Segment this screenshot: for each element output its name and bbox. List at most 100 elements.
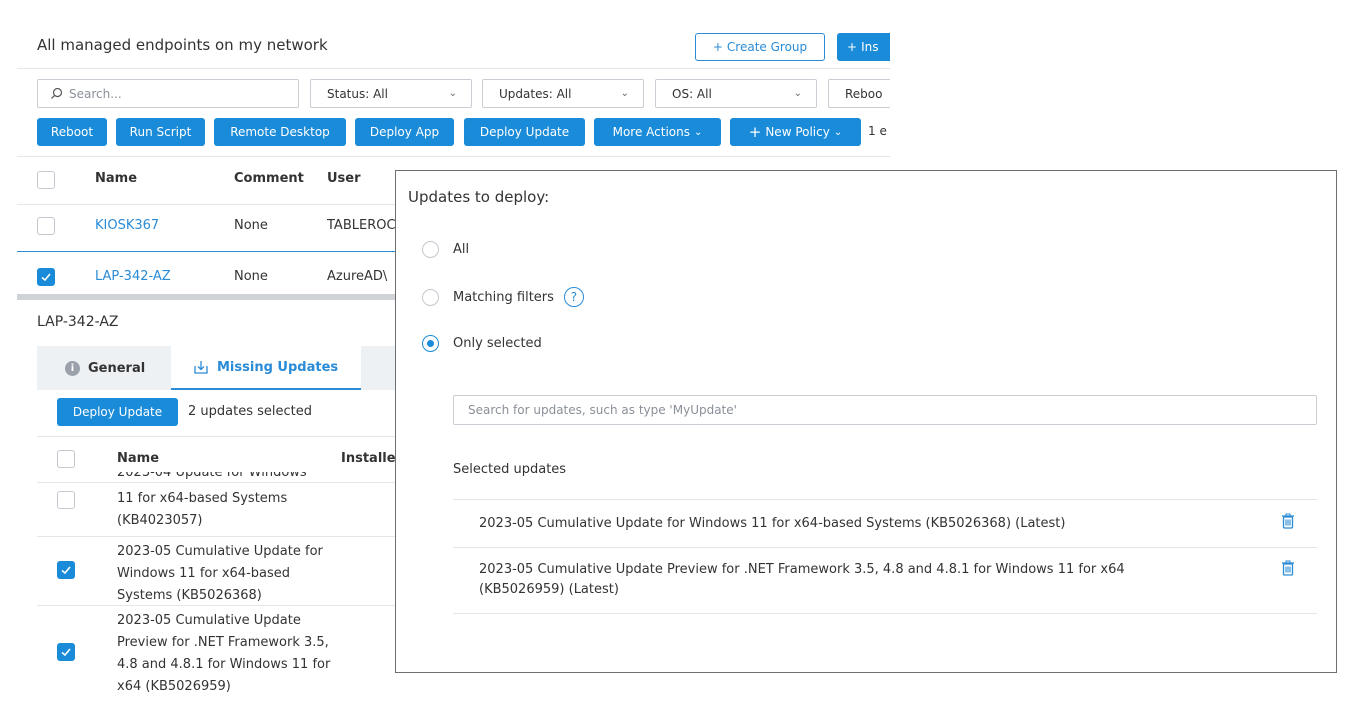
os-filter-label: OS: All: [672, 86, 712, 101]
check-icon: [41, 273, 51, 282]
updates-filter[interactable]: Updates: All ⌄: [482, 79, 644, 108]
plus-icon: +: [748, 123, 762, 141]
selection-count: 1 e: [868, 124, 887, 138]
divider: [17, 156, 890, 157]
more-actions-label: More Actions: [612, 125, 690, 139]
page-title: All managed endpoints on my network: [37, 36, 328, 54]
trash-icon[interactable]: [1281, 560, 1295, 576]
selected-update-item-line2: (KB5026959) (Latest): [479, 582, 619, 597]
endpoint-comment: None: [234, 269, 268, 284]
update-name-cut-text: 2023-04 Update for Windows: [117, 472, 307, 480]
update-row-checkbox-checked[interactable]: [57, 561, 75, 579]
option-matching-label: Matching filters: [453, 289, 554, 305]
check-icon: [61, 648, 71, 657]
dialog-title: Updates to deploy:: [408, 188, 550, 206]
chevron-down-icon: ⌄: [620, 88, 629, 99]
endpoint-comment: None: [234, 218, 268, 233]
divider: [453, 499, 1317, 500]
update-name-cut: 2023-04 Update for Windows: [117, 472, 337, 486]
divider: [37, 536, 397, 537]
reboot-button[interactable]: Reboot: [37, 118, 107, 146]
selected-update-item: 2023-05 Cumulative Update for Windows 11…: [479, 516, 1066, 531]
column-header-user[interactable]: User: [327, 171, 361, 186]
endpoint-name-link[interactable]: KIOSK367: [95, 218, 159, 233]
option-only-selected[interactable]: Only selected: [422, 335, 542, 352]
more-actions-button[interactable]: More Actions ⌄: [594, 118, 721, 146]
update-row-checkbox[interactable]: [57, 491, 75, 509]
tab-general-label: General: [88, 360, 146, 376]
horizontal-scrollbar[interactable]: [17, 294, 397, 300]
update-search-placeholder: Search for updates, such as type 'MyUpda…: [468, 403, 737, 417]
plus-icon: +: [712, 40, 723, 54]
run-script-button[interactable]: Run Script: [116, 118, 205, 146]
deploy-app-button[interactable]: Deploy App: [355, 118, 454, 146]
status-filter[interactable]: Status: All ⌄: [310, 79, 472, 108]
chevron-down-icon: ⌄: [694, 126, 703, 138]
install-button[interactable]: + Ins: [837, 33, 890, 61]
select-all-updates-checkbox[interactable]: [57, 450, 75, 468]
option-matching-filters[interactable]: Matching filters ?: [422, 287, 584, 307]
divider: [453, 547, 1317, 548]
os-filter[interactable]: OS: All ⌄: [655, 79, 817, 108]
divider: [453, 613, 1317, 614]
download-tray-icon: [194, 361, 208, 374]
update-name: 2023-05 Cumulative Update for Windows 11…: [117, 544, 323, 603]
tab-missing-updates-label: Missing Updates: [217, 359, 339, 375]
column-header-name[interactable]: Name: [95, 171, 137, 186]
info-icon: i: [65, 360, 80, 376]
chevron-down-icon: ⌄: [833, 126, 843, 138]
tab-missing-updates[interactable]: Missing Updates: [171, 346, 361, 390]
new-policy-label: New Policy: [765, 125, 830, 139]
search-icon: [51, 87, 63, 99]
updates-filter-label: Updates: All: [499, 86, 572, 101]
updates-to-deploy-dialog: Updates to deploy: All Matching filters …: [395, 170, 1337, 673]
row-checkbox[interactable]: [37, 217, 55, 235]
selected-update-item-line1: 2023-05 Cumulative Update Preview for .N…: [479, 562, 1125, 577]
divider: [17, 68, 890, 69]
new-policy-button[interactable]: + New Policy ⌄: [730, 118, 861, 146]
select-all-checkbox[interactable]: [37, 171, 55, 189]
row-checkbox-checked[interactable]: [37, 268, 55, 286]
endpoint-user: TABLEROC: [327, 218, 396, 233]
help-icon[interactable]: ?: [563, 287, 584, 307]
divider: [17, 204, 397, 205]
device-title: LAP-342-AZ: [37, 314, 119, 330]
deploy-update-button[interactable]: Deploy Update: [57, 398, 178, 426]
update-search-input[interactable]: Search for updates, such as type 'MyUpda…: [453, 395, 1317, 425]
deploy-update-button[interactable]: Deploy Update: [464, 118, 585, 146]
option-all[interactable]: All: [422, 241, 469, 258]
create-group-button[interactable]: + Create Group: [695, 33, 825, 61]
option-all-label: All: [453, 242, 470, 257]
search-input[interactable]: Search...: [37, 79, 299, 108]
status-filter-label: Status: All: [327, 86, 388, 101]
radio-button-selected[interactable]: [422, 335, 439, 352]
update-name: 11 for x64-based Systems (KB4023057): [117, 491, 288, 528]
reboot-filter-label: Reboo: [845, 86, 883, 101]
selected-update-item: 2023-05 Cumulative Update Preview for .N…: [479, 560, 1125, 600]
chevron-down-icon: ⌄: [448, 88, 457, 99]
endpoint-name-link[interactable]: LAP-342-AZ: [95, 269, 171, 284]
tab-general[interactable]: i General: [57, 346, 167, 390]
install-label: Ins: [861, 40, 879, 54]
plus-icon: +: [847, 40, 858, 54]
divider: [37, 436, 397, 437]
updates-selected-count: 2 updates selected: [188, 404, 312, 419]
search-placeholder: Search...: [69, 86, 122, 101]
endpoint-user: AzureAD\: [327, 269, 388, 284]
divider: [37, 605, 397, 606]
chevron-down-icon: ⌄: [793, 88, 802, 99]
trash-icon[interactable]: [1281, 513, 1295, 529]
create-group-label: Create Group: [726, 40, 808, 54]
selected-updates-heading: Selected updates: [453, 462, 567, 477]
column-header-name[interactable]: Name: [117, 451, 159, 466]
option-only-selected-label: Only selected: [453, 336, 542, 351]
update-name: 2023-05 Cumulative Update Preview for .N…: [117, 613, 331, 694]
column-header-comment[interactable]: Comment: [234, 171, 304, 186]
radio-button[interactable]: [422, 288, 439, 306]
update-row-checkbox-checked[interactable]: [57, 643, 75, 661]
radio-button[interactable]: [422, 241, 439, 258]
remote-desktop-button[interactable]: Remote Desktop: [214, 118, 346, 146]
column-header-installed[interactable]: Installe: [341, 451, 396, 466]
reboot-filter[interactable]: Reboo: [828, 79, 890, 108]
check-icon: [61, 566, 71, 575]
